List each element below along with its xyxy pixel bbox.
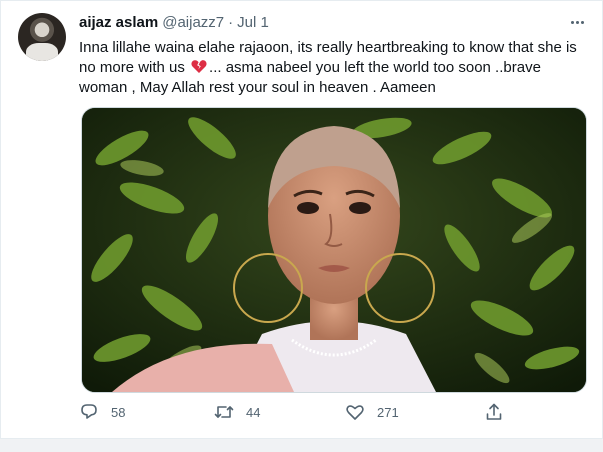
retweet-icon bbox=[214, 402, 234, 422]
retweet-button[interactable]: 44 bbox=[214, 401, 260, 423]
tweet-date[interactable]: Jul 1 bbox=[237, 14, 269, 31]
like-count: 271 bbox=[377, 404, 399, 420]
tweet-text: Inna lillahe waina elahe rajaoon, its re… bbox=[79, 38, 584, 98]
like-icon bbox=[345, 402, 365, 422]
reply-icon bbox=[79, 402, 99, 422]
author-avatar[interactable] bbox=[18, 13, 66, 61]
author-handle[interactable]: @aijazz7 bbox=[162, 14, 224, 31]
like-button[interactable]: 271 bbox=[345, 401, 399, 423]
reply-count: 58 bbox=[111, 404, 126, 420]
tweet-photo[interactable] bbox=[81, 107, 587, 393]
share-icon bbox=[484, 402, 504, 422]
tweet-actions: 58 44 271 bbox=[79, 401, 519, 423]
tweet-header: aijaz aslam @aijazz7 · Jul 1 bbox=[79, 12, 269, 32]
more-options-icon[interactable] bbox=[568, 13, 586, 31]
share-button[interactable] bbox=[484, 401, 504, 423]
author-name[interactable]: aijaz aslam bbox=[79, 14, 158, 31]
retweet-count: 44 bbox=[246, 404, 261, 420]
separator-dot: · bbox=[228, 13, 234, 31]
reply-button[interactable]: 58 bbox=[79, 401, 125, 423]
tweet-card[interactable]: aijaz aslam @aijazz7 · Jul 1 Inna lillah… bbox=[0, 0, 603, 439]
broken-heart-emoji-icon bbox=[191, 59, 207, 74]
